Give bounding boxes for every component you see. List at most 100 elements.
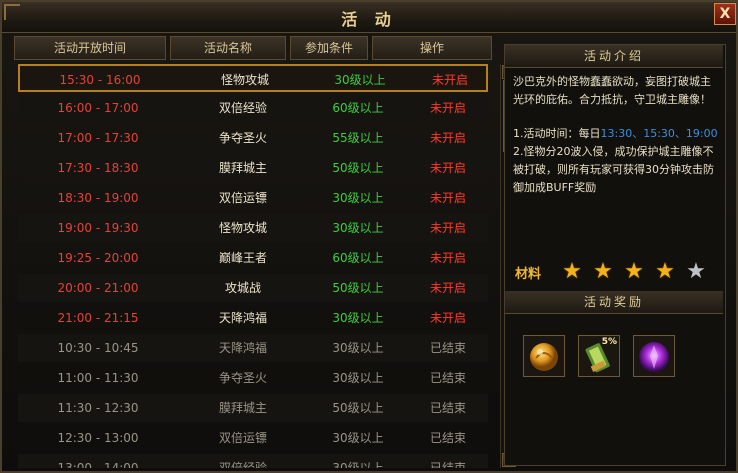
row-time: 12:30 - 13:00 bbox=[57, 431, 139, 445]
row-condition: 60级以上 bbox=[332, 101, 384, 115]
row-time: 21:00 - 21:15 bbox=[57, 311, 139, 325]
row-time: 17:00 - 17:30 bbox=[57, 131, 139, 145]
close-button[interactable]: X bbox=[714, 3, 736, 25]
table-row[interactable]: 21:00 - 21:15 天降鸿福 30级以上 未开启 bbox=[18, 304, 488, 332]
row-operation: 未开启 bbox=[429, 311, 466, 325]
row-time: 16:00 - 17:00 bbox=[57, 101, 139, 115]
row-time: 13:00 - 14:00 bbox=[57, 461, 139, 468]
row-name: 争夺圣火 bbox=[218, 131, 267, 145]
row-operation: 已结束 bbox=[429, 401, 466, 415]
row-name: 双倍运镖 bbox=[218, 191, 267, 205]
row-time: 15:30 - 16:00 bbox=[59, 73, 141, 87]
row-condition: 50级以上 bbox=[332, 281, 384, 295]
row-condition: 30级以上 bbox=[332, 191, 384, 205]
row-condition: 30级以上 bbox=[332, 221, 384, 235]
row-name: 双倍经验 bbox=[218, 461, 267, 468]
row-operation: 未开启 bbox=[431, 73, 468, 87]
star-icon: ★ bbox=[655, 259, 675, 284]
star-icon: ★ bbox=[686, 259, 706, 284]
row-time: 19:00 - 19:30 bbox=[57, 221, 139, 235]
row-time: 11:00 - 11:30 bbox=[57, 371, 139, 385]
row-time: 17:30 - 18:30 bbox=[57, 161, 139, 175]
row-name: 天降鸿福 bbox=[218, 311, 267, 325]
row-operation: 未开启 bbox=[429, 191, 466, 205]
row-time: 10:30 - 10:45 bbox=[57, 341, 139, 355]
row-operation: 已结束 bbox=[429, 371, 466, 385]
header-time: 活动开放时间 bbox=[14, 36, 166, 60]
intro-time-line: 1.活动时间：每日13:30、15:30、19:00 bbox=[513, 125, 719, 143]
table-row[interactable]: 16:00 - 17:00 双倍经验 60级以上 未开启 bbox=[18, 94, 488, 122]
row-time: 20:00 - 21:00 bbox=[57, 281, 139, 295]
row-operation: 未开启 bbox=[429, 161, 466, 175]
row-condition: 60级以上 bbox=[332, 251, 384, 265]
row-condition: 30级以上 bbox=[332, 311, 384, 325]
row-operation: 已结束 bbox=[429, 461, 466, 468]
row-condition: 55级以上 bbox=[332, 131, 384, 145]
activity-table: 活动开放时间 活动名称 参加条件 操作 15:30 - 16:00 怪物攻城 30级… bbox=[14, 36, 516, 468]
intro-rule: 2.怪物分20波入侵，成功保护城主雕像不被打破，则所有玩家可获得30分钟攻击防御… bbox=[513, 145, 714, 194]
table-row[interactable]: 18:30 - 19:00 双倍运镖 30级以上 未开启 bbox=[18, 184, 488, 212]
row-operation: 已结束 bbox=[429, 431, 466, 445]
title-bar: 活 动 X bbox=[2, 2, 736, 33]
row-condition: 30级以上 bbox=[332, 431, 384, 445]
row-name: 怪物攻城 bbox=[218, 221, 267, 235]
row-condition: 50级以上 bbox=[332, 401, 384, 415]
intro-time-prefix: 1.活动时间：每日 bbox=[513, 127, 601, 140]
row-condition: 30级以上 bbox=[332, 341, 384, 355]
reward-heading: 活动奖励 bbox=[505, 291, 723, 314]
row-operation: 未开启 bbox=[429, 131, 466, 145]
activity-detail-panel: 活动介绍 沙巴克外的怪物蠢蠢欲动，妄图打破城主光环的庇佑。合力抵抗，守卫城主雕像… bbox=[504, 44, 726, 466]
reward-badge: 5% bbox=[601, 337, 617, 347]
table-row[interactable]: 19:25 - 20:00 巅峰王者 60级以上 未开启 bbox=[18, 244, 488, 272]
row-operation: 未开启 bbox=[429, 101, 466, 115]
row-condition: 30级以上 bbox=[332, 461, 384, 468]
table-row[interactable]: 13:00 - 14:00 双倍经验 30级以上 已结束 bbox=[18, 454, 488, 468]
row-name: 膜拜城主 bbox=[218, 161, 267, 175]
row-time: 11:30 - 12:30 bbox=[57, 401, 139, 415]
row-name: 天降鸿福 bbox=[218, 341, 267, 355]
table-row[interactable]: 19:00 - 19:30 怪物攻城 30级以上 未开启 bbox=[18, 214, 488, 242]
material-stars: ★ ★ ★ ★ ★ bbox=[561, 261, 716, 283]
row-operation: 未开启 bbox=[429, 251, 466, 265]
row-name: 怪物攻城 bbox=[220, 73, 269, 87]
row-name: 巅峰王者 bbox=[218, 251, 267, 265]
table-rows: 15:30 - 16:00 怪物攻城 30级以上 未开启 16:00 - 17:00 双倍… bbox=[18, 64, 488, 468]
row-operation: 已结束 bbox=[429, 341, 466, 355]
row-operation: 未开启 bbox=[429, 221, 466, 235]
row-condition: 30级以上 bbox=[334, 73, 386, 87]
table-row[interactable]: 20:00 - 21:00 攻城战 50级以上 未开启 bbox=[18, 274, 488, 302]
star-icon: ★ bbox=[593, 259, 613, 284]
table-row[interactable]: 12:30 - 13:00 双倍运镖 30级以上 已结束 bbox=[18, 424, 488, 452]
activity-window: 活 动 X 活动开放时间 活动名称 参加条件 操作 15:30 - 16:00 怪… bbox=[0, 0, 738, 473]
header-name: 活动名称 bbox=[170, 36, 286, 60]
intro-heading: 活动介绍 bbox=[505, 45, 723, 68]
row-time: 18:30 - 19:00 bbox=[57, 191, 139, 205]
row-condition: 50级以上 bbox=[332, 161, 384, 175]
intro-text: 沙巴克外的怪物蠢蠢欲动，妄图打破城主光环的庇佑。合力抵抗，守卫城主雕像！ 1.活… bbox=[513, 73, 719, 197]
header-condition: 参加条件 bbox=[290, 36, 368, 60]
row-name: 争夺圣火 bbox=[218, 371, 267, 385]
row-time: 19:25 - 20:00 bbox=[57, 251, 139, 265]
row-name: 膜拜城主 bbox=[218, 401, 267, 415]
header-operation: 操作 bbox=[372, 36, 492, 60]
row-name: 双倍运镖 bbox=[218, 431, 267, 445]
row-name: 双倍经验 bbox=[218, 101, 267, 115]
table-row[interactable]: 15:30 - 16:00 怪物攻城 30级以上 未开启 bbox=[18, 64, 488, 92]
table-row[interactable]: 10:30 - 10:45 天降鸿福 30级以上 已结束 bbox=[18, 334, 488, 362]
table-row[interactable]: 17:30 - 18:30 膜拜城主 50级以上 未开启 bbox=[18, 154, 488, 182]
star-icon: ★ bbox=[562, 259, 582, 284]
corner-ornament bbox=[4, 4, 20, 20]
row-operation: 未开启 bbox=[429, 281, 466, 295]
table-row[interactable]: 11:30 - 12:30 膜拜城主 50级以上 已结束 bbox=[18, 394, 488, 422]
gold-orb-icon[interactable] bbox=[523, 335, 565, 377]
intro-description: 沙巴克外的怪物蠢蠢欲动，妄图打破城主光环的庇佑。合力抵抗，守卫城主雕像！ bbox=[513, 75, 711, 106]
table-row[interactable]: 17:00 - 17:30 争夺圣火 55级以上 未开启 bbox=[18, 124, 488, 152]
row-condition: 30级以上 bbox=[332, 371, 384, 385]
intro-times: 13:30、15:30、19:00 bbox=[600, 127, 718, 140]
material-label: 材料 bbox=[515, 267, 542, 282]
row-name: 攻城战 bbox=[224, 281, 261, 295]
scroll-icon[interactable]: 5% bbox=[578, 335, 620, 377]
purple-gem-icon[interactable] bbox=[633, 335, 675, 377]
table-row[interactable]: 11:00 - 11:30 争夺圣火 30级以上 已结束 bbox=[18, 364, 488, 392]
star-icon: ★ bbox=[624, 259, 644, 284]
